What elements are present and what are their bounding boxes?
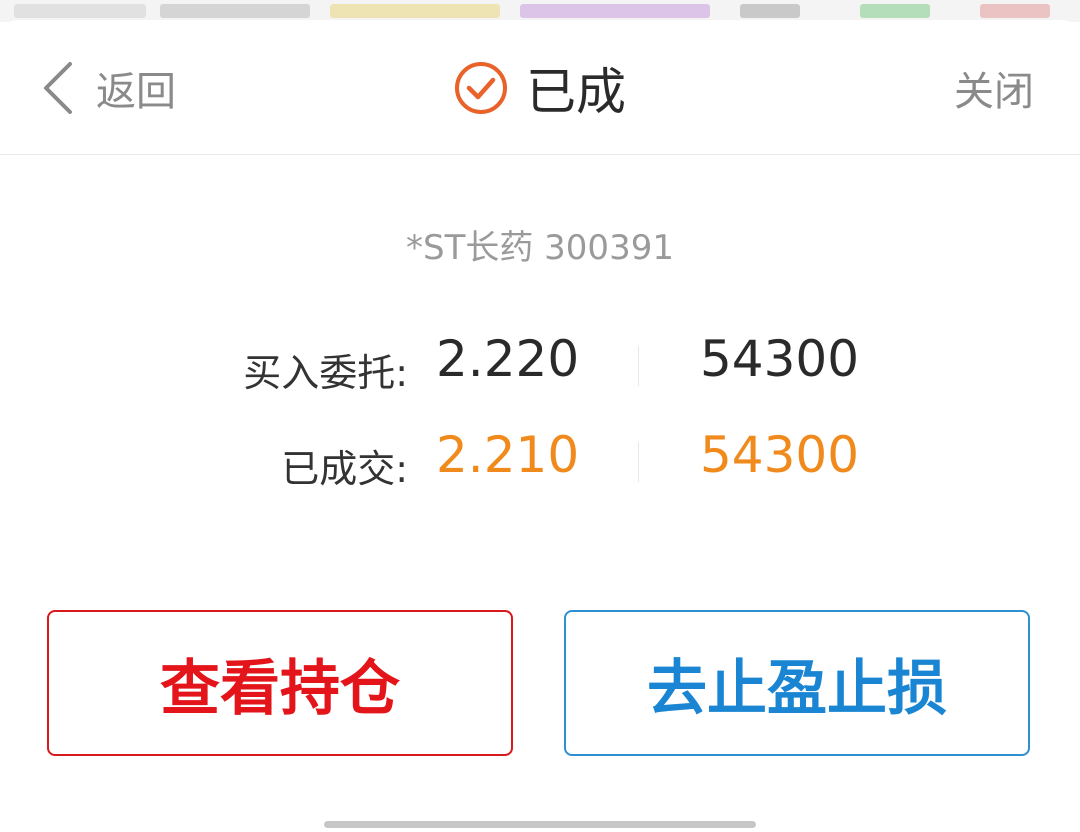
sheet-header: 返回 已成 关闭 [0,20,1080,155]
stock-name-code: *ST长药 300391 [406,228,674,268]
page-title: 已成 [0,56,1080,121]
close-button[interactable]: 关闭 [954,58,1034,118]
row-divider [638,346,639,386]
home-indicator [324,821,756,828]
order-price: 2.220 [436,330,580,388]
result-sheet: 返回 已成 关闭 *ST长药 300391 买入委托: 2.220 54300 [0,20,1080,832]
fill-price: 2.210 [436,426,580,484]
row-divider [638,442,639,482]
fill-row: 已成交: 2.210 54300 [0,426,1080,496]
page-title-text: 已成 [526,63,626,121]
order-row: 买入委托: 2.220 54300 [0,330,1080,400]
order-result-screen: 返回 已成 关闭 *ST长药 300391 买入委托: 2.220 54300 [0,0,1080,832]
stop-profit-loss-button[interactable]: 去止盈止损 [564,610,1030,756]
view-position-button[interactable]: 查看持仓 [47,610,513,756]
check-circle-icon [454,61,508,115]
order-label: 买入委托: [243,351,408,395]
fill-quantity: 54300 [700,426,860,484]
fill-label: 已成交: [281,447,408,491]
order-quantity: 54300 [700,330,860,388]
background-app-strip [0,0,1080,22]
